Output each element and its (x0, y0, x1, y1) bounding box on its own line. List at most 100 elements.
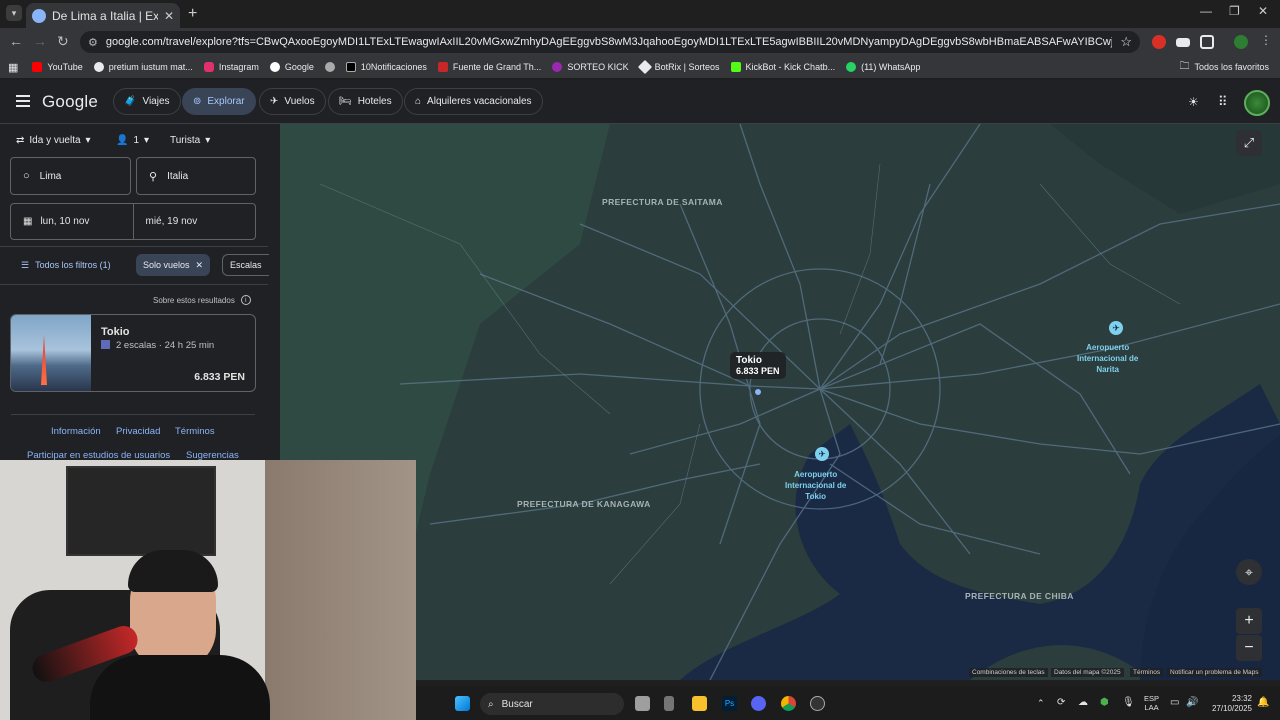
fullscreen-icon[interactable]: ⤢ (1236, 130, 1262, 156)
destination-card[interactable]: Tokio 2 escalas · 24 h 25 min 6.833 PEN (10, 314, 256, 392)
new-tab-icon[interactable]: + (188, 5, 197, 23)
map-view[interactable]: PREFECTURA DE SAITAMA PREFECTURA DE KANA… (280, 124, 1280, 680)
microphone-tray-icon[interactable]: 🎙 (1122, 697, 1135, 708)
depart-date[interactable]: ▦ lun, 10 nov (11, 204, 134, 239)
google-logo[interactable]: Google (42, 92, 98, 112)
date-range-picker[interactable]: ▦ lun, 10 nov mié, 19 nov (10, 203, 256, 240)
about-results[interactable]: Sobre estos resultados i (153, 295, 251, 305)
security-icon[interactable]: ⬢ (1100, 697, 1109, 708)
bookmark-kickbot[interactable]: KickBot - Kick Chatb... (730, 62, 835, 72)
only-flights-chip[interactable]: Solo vuelos ✕ (136, 254, 211, 276)
extension-red-icon[interactable] (1152, 35, 1166, 49)
bookmark-botrix[interactable]: BotRix | Sorteos (637, 59, 720, 75)
volume-icon[interactable]: 🔊 (1186, 697, 1198, 708)
bookmark-whatsapp[interactable]: (11) WhatsApp (846, 62, 920, 72)
tab-search-dropdown[interactable]: ▾ (6, 5, 22, 21)
nav-hoteles[interactable]: 🛏 Hoteles (328, 88, 403, 115)
clock-time: 23:32 (1231, 694, 1252, 703)
bookmark-youtube[interactable]: YouTube (32, 62, 83, 72)
destination-marker[interactable] (755, 389, 761, 395)
zoom-out-button[interactable]: − (1236, 635, 1262, 661)
bookmark-fuente[interactable]: Fuente de Grand Th... (437, 62, 541, 72)
browser-tab[interactable]: De Lima a Italia | Explorar ✕ (26, 3, 180, 28)
account-avatar[interactable] (1244, 90, 1270, 116)
nav-viajes[interactable]: 🧳 Viajes (113, 88, 181, 115)
chrome-icon[interactable] (781, 696, 796, 711)
google-apps-icon[interactable]: ⠿ (1218, 94, 1228, 110)
taskbar-search[interactable]: ⌕ Buscar (480, 693, 624, 715)
bookmark-pretium[interactable]: pretium iustum mat... (93, 62, 193, 72)
nav-explorar[interactable]: ⊚ Explorar (182, 88, 256, 115)
bookmark-x[interactable]: 10Notificaciones (345, 62, 427, 72)
destination-value: Italia (167, 170, 189, 182)
report-map-problem-link[interactable]: Notificar un problema de Maps (1167, 668, 1262, 677)
close-tab-icon[interactable]: ✕ (164, 9, 174, 23)
reload-icon[interactable]: ↻ (57, 33, 69, 50)
app-icon[interactable] (664, 696, 674, 711)
notifications-icon[interactable]: 🔔 (1257, 697, 1269, 708)
bookmark-label: pretium iustum mat... (108, 62, 193, 72)
back-icon[interactable]: ← (9, 33, 23, 49)
nav-alquileres[interactable]: ⌂ Alquileres vacacionales (404, 88, 543, 115)
nav-vuelos[interactable]: ✈ Vuelos (259, 88, 326, 115)
airport-narita-pin-icon[interactable]: ✈ (1109, 321, 1123, 335)
clock-date: 27/10/2025 (1211, 704, 1252, 713)
airport-label-line: Aeropuerto (794, 470, 838, 479)
maximize-icon[interactable]: ❐ (1229, 4, 1240, 18)
language-indicator[interactable]: ESP LAA (1144, 694, 1159, 712)
apps-grid-icon[interactable]: ▦ (8, 61, 18, 74)
airport-tokyo-pin-icon[interactable]: ✈ (815, 447, 829, 461)
clock[interactable]: 23:32 27/10/2025 (1208, 694, 1252, 714)
obs-icon[interactable] (810, 696, 825, 711)
all-bookmarks-folder[interactable]: 🗀 Todos los favoritos (1179, 59, 1269, 76)
stops-filter[interactable]: Escalas (222, 254, 269, 276)
zoom-in-button[interactable]: + (1236, 608, 1262, 634)
file-explorer-icon[interactable] (692, 696, 707, 711)
airline-icon (101, 340, 110, 349)
cloud-icon[interactable]: ☁ (1078, 697, 1088, 708)
tray-overflow-icon[interactable]: ⌃ (1037, 698, 1045, 709)
passengers-select[interactable]: 👤 1 ▾ (116, 135, 149, 146)
footer-terms-link[interactable]: Términos (175, 426, 215, 437)
destination-input[interactable]: ⚲ Italia (136, 157, 256, 195)
cabin-class-select[interactable]: Turista ▾ (170, 135, 210, 146)
theme-toggle-icon[interactable]: ☀ (1188, 95, 1199, 109)
photoshop-icon[interactable]: Ps (722, 696, 737, 711)
extension-card-icon[interactable] (1176, 38, 1190, 47)
close-icon[interactable]: ✕ (196, 260, 204, 271)
recenter-icon[interactable]: ⌖ (1236, 559, 1262, 585)
site-info-icon[interactable]: ⚙ (88, 36, 98, 49)
profile-avatar-icon[interactable] (1234, 35, 1248, 49)
network-icon[interactable]: ▭ (1170, 697, 1179, 708)
task-view-icon[interactable] (635, 696, 650, 711)
origin-input[interactable]: ○ Lima (10, 157, 131, 195)
extensions-icon[interactable] (1200, 35, 1214, 49)
forward-icon[interactable]: → (33, 33, 47, 49)
discord-icon[interactable] (751, 696, 766, 711)
footer-privacy-link[interactable]: Privacidad (116, 426, 160, 437)
close-window-icon[interactable]: ✕ (1258, 4, 1268, 18)
minimize-icon[interactable]: — (1200, 4, 1212, 18)
circle-icon: ○ (23, 170, 30, 182)
bookmark-star-icon[interactable]: ☆ (1120, 34, 1132, 50)
address-bar[interactable]: ⚙ google.com/travel/explore?tfs=CBwQAxoo… (80, 31, 1140, 53)
keyboard-shortcuts-link[interactable]: Combinaciones de teclas (969, 668, 1048, 677)
destination-callout[interactable]: Tokio 6.833 PEN (730, 352, 786, 379)
all-filters-button[interactable]: ☰ Todos los filtros (1) (14, 254, 118, 276)
tab-title: De Lima a Italia | Explorar (52, 8, 158, 23)
main-menu-icon[interactable] (16, 95, 30, 107)
bookmark-google[interactable]: Google (269, 62, 314, 72)
suitcase-icon: 🧳 (124, 96, 137, 107)
trip-type-select[interactable]: ⇄ Ida y vuelta ▾ (16, 135, 91, 146)
filter-label: Todos los filtros (1) (35, 260, 111, 270)
start-icon[interactable] (455, 696, 470, 711)
map-terms-link[interactable]: Términos (1130, 668, 1164, 677)
bookmark-instagram[interactable]: Instagram (203, 62, 259, 72)
bookmark-sorteo-kick[interactable]: SORTEO KICK (552, 62, 629, 72)
return-date[interactable]: mié, 19 nov (134, 204, 256, 239)
footer-info-link[interactable]: Información (51, 426, 101, 437)
sync-icon[interactable]: ⟳ (1057, 697, 1065, 708)
bookmark-unnamed[interactable] (324, 62, 335, 72)
nav-label: Vuelos (284, 96, 315, 107)
browser-menu-icon[interactable]: ⋮ (1260, 33, 1272, 47)
